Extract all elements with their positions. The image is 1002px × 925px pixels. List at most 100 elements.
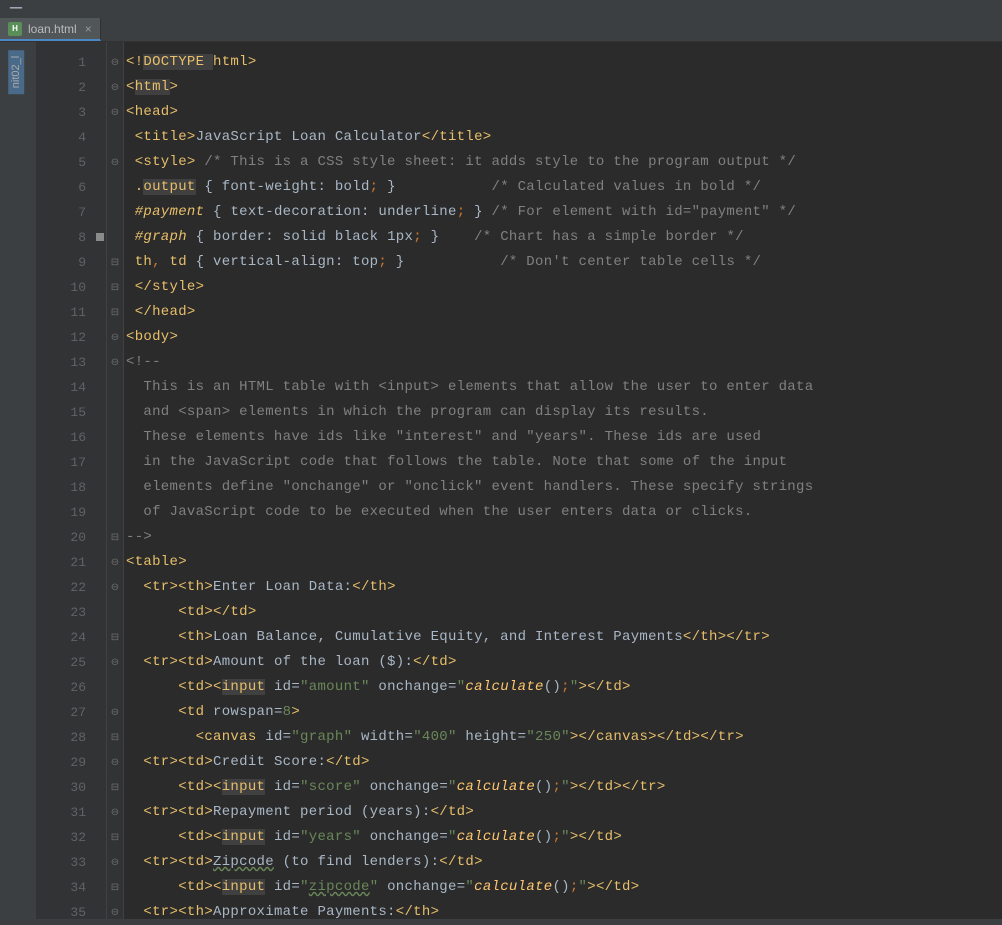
fold-icon[interactable]: ⊟ [107, 875, 123, 900]
fold-icon[interactable]: ⊖ [107, 575, 123, 600]
code-line[interactable]: #payment { text-decoration: underline; }… [126, 200, 1002, 225]
line-number[interactable]: 31 [37, 800, 106, 825]
code-line[interactable]: elements define "onchange" or "onclick" … [126, 475, 1002, 500]
fold-icon[interactable]: ⊟ [107, 250, 123, 275]
code-line[interactable]: </style> [126, 275, 1002, 300]
line-number[interactable]: 23 [37, 600, 106, 625]
code-line[interactable]: <tr><td>Credit Score:</td> [126, 750, 1002, 775]
close-icon[interactable]: × [85, 22, 92, 36]
fold-icon[interactable]: ⊖ [107, 650, 123, 675]
sidebar-tool-label[interactable]: nit02_l [8, 50, 24, 94]
code-line[interactable]: and <span> elements in which the program… [126, 400, 1002, 425]
fold-icon[interactable]: ⊖ [107, 50, 123, 75]
code-line[interactable]: <tr><td>Zipcode (to find lenders):</td> [126, 850, 1002, 875]
code-line[interactable]: <th>Loan Balance, Cumulative Equity, and… [126, 625, 1002, 650]
fold-icon[interactable]: ⊖ [107, 750, 123, 775]
code-line[interactable]: <td rowspan=8> [126, 700, 1002, 725]
code-line[interactable]: <tr><td>Repayment period (years):</td> [126, 800, 1002, 825]
line-number[interactable]: 5 [37, 150, 106, 175]
line-number[interactable]: 18 [37, 475, 106, 500]
line-number[interactable]: 30 [37, 775, 106, 800]
line-number[interactable]: 9 [37, 250, 106, 275]
fold-icon[interactable]: ⊖ [107, 850, 123, 875]
code-line[interactable]: <tr><th>Enter Loan Data:</th> [126, 575, 1002, 600]
line-number[interactable]: 25 [37, 650, 106, 675]
code-line[interactable]: This is an HTML table with <input> eleme… [126, 375, 1002, 400]
line-number[interactable]: 6 [37, 175, 106, 200]
code-line[interactable]: <td><input id="zipcode" onchange="calcul… [126, 875, 1002, 900]
line-number[interactable]: 19 [37, 500, 106, 525]
line-number[interactable]: 4 [37, 125, 106, 150]
fold-icon[interactable]: ⊟ [107, 725, 123, 750]
line-number[interactable]: 10 [37, 275, 106, 300]
code-line[interactable]: <style> /* This is a CSS style sheet: it… [126, 150, 1002, 175]
line-number[interactable]: 33 [37, 850, 106, 875]
line-number[interactable]: 17 [37, 450, 106, 475]
line-number[interactable]: 24 [37, 625, 106, 650]
line-number[interactable]: 22 [37, 575, 106, 600]
fold-icon[interactable]: ⊖ [107, 550, 123, 575]
line-number[interactable]: 12 [37, 325, 106, 350]
code-line[interactable]: <!-- [126, 350, 1002, 375]
fold-icon[interactable]: ⊖ [107, 350, 123, 375]
minimize-icon[interactable]: — [10, 3, 22, 15]
code-line[interactable]: of JavaScript code to be executed when t… [126, 500, 1002, 525]
code-line[interactable]: <tr><td>Amount of the loan ($):</td> [126, 650, 1002, 675]
line-number[interactable]: 34 [37, 875, 106, 900]
line-number[interactable]: 15 [37, 400, 106, 425]
fold-icon[interactable]: ⊟ [107, 275, 123, 300]
fold-icon[interactable]: ⊟ [107, 300, 123, 325]
line-number[interactable]: 32 [37, 825, 106, 850]
fold-icon[interactable]: ⊖ [107, 325, 123, 350]
code-line[interactable]: <!DOCTYPE html> [126, 50, 1002, 75]
code-line[interactable]: <head> [126, 100, 1002, 125]
code-editor[interactable]: <!DOCTYPE html><html><head> <title>JavaS… [124, 42, 1002, 919]
line-number[interactable]: 27 [37, 700, 106, 725]
fold-icon[interactable]: ⊖ [107, 800, 123, 825]
code-line[interactable]: <td><input id="score" onchange="calculat… [126, 775, 1002, 800]
fold-icon[interactable]: ⊖ [107, 700, 123, 725]
fold-icon[interactable]: ⊖ [107, 900, 123, 925]
tool-sidebar: nit02_l [0, 42, 37, 919]
code-line[interactable]: in the JavaScript code that follows the … [126, 450, 1002, 475]
code-line[interactable]: <tr><th>Approximate Payments:</th> [126, 900, 1002, 919]
line-number[interactable]: 7 [37, 200, 106, 225]
code-line[interactable]: --> [126, 525, 1002, 550]
line-number[interactable]: 35 [37, 900, 106, 925]
code-line[interactable]: <body> [126, 325, 1002, 350]
fold-icon[interactable]: ⊖ [107, 150, 123, 175]
code-line[interactable]: th, td { vertical-align: top; } /* Don't… [126, 250, 1002, 275]
line-number[interactable]: 3 [37, 100, 106, 125]
code-line[interactable]: </head> [126, 300, 1002, 325]
code-line[interactable]: <td><input id="years" onchange="calculat… [126, 825, 1002, 850]
line-number[interactable]: 14 [37, 375, 106, 400]
fold-icon[interactable]: ⊟ [107, 625, 123, 650]
code-line[interactable]: <canvas id="graph" width="400" height="2… [126, 725, 1002, 750]
line-number[interactable]: 28 [37, 725, 106, 750]
code-line[interactable]: <title>JavaScript Loan Calculator</title… [126, 125, 1002, 150]
code-line[interactable]: .output { font-weight: bold; } /* Calcul… [126, 175, 1002, 200]
code-line[interactable]: <table> [126, 550, 1002, 575]
code-line[interactable]: <td></td> [126, 600, 1002, 625]
line-number[interactable]: 26 [37, 675, 106, 700]
breakpoint-marker[interactable] [96, 233, 104, 241]
line-number[interactable]: 8 [37, 225, 106, 250]
line-number[interactable]: 20 [37, 525, 106, 550]
line-number[interactable]: 2 [37, 75, 106, 100]
fold-icon[interactable]: ⊟ [107, 825, 123, 850]
code-line[interactable]: <html> [126, 75, 1002, 100]
file-tab-loan[interactable]: H loan.html × [0, 18, 101, 41]
line-number[interactable]: 16 [37, 425, 106, 450]
code-line[interactable]: #graph { border: solid black 1px; } /* C… [126, 225, 1002, 250]
line-number[interactable]: 11 [37, 300, 106, 325]
line-number[interactable]: 13 [37, 350, 106, 375]
line-number[interactable]: 29 [37, 750, 106, 775]
line-number[interactable]: 1 [37, 50, 106, 75]
fold-icon[interactable]: ⊟ [107, 525, 123, 550]
fold-icon[interactable]: ⊖ [107, 75, 123, 100]
fold-icon[interactable]: ⊖ [107, 100, 123, 125]
fold-icon[interactable]: ⊟ [107, 775, 123, 800]
code-line[interactable]: <td><input id="amount" onchange="calcula… [126, 675, 1002, 700]
code-line[interactable]: These elements have ids like "interest" … [126, 425, 1002, 450]
line-number[interactable]: 21 [37, 550, 106, 575]
